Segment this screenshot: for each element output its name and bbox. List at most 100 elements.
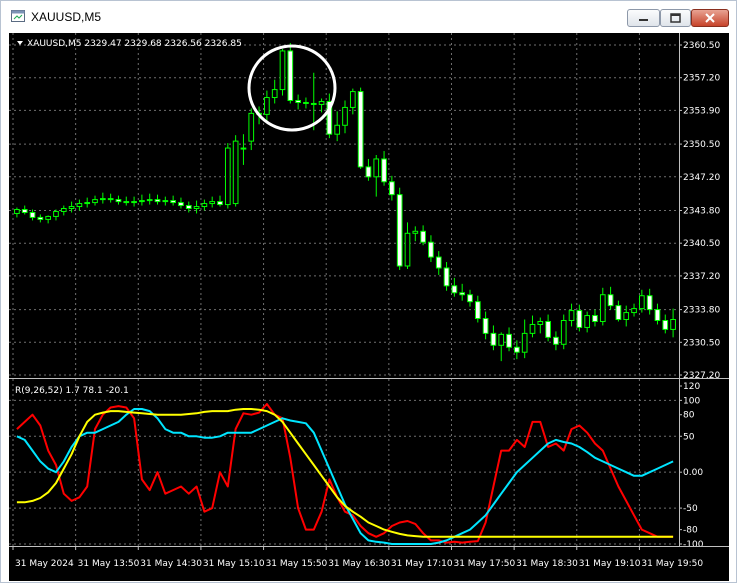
candle: [451, 277, 458, 297]
candle-body-bear: [29, 211, 36, 218]
candle-body-bear: [553, 336, 559, 345]
candle-body-bull: [92, 199, 98, 204]
candle: [662, 314, 669, 334]
candle-body-bull: [45, 215, 51, 220]
candle: [154, 194, 161, 205]
candle: [537, 317, 544, 334]
price-axis: 2360.50 2357.20 2353.90 2350.50 2347.20 2343.…: [679, 41, 720, 381]
candle-body-bear: [607, 294, 614, 307]
candle: [365, 158, 372, 181]
candle-body-bear: [310, 102, 317, 105]
candle-body-bear: [217, 201, 223, 206]
indicator-tick-label: -50: [683, 504, 698, 514]
candle: [435, 251, 442, 275]
price-tick-label: 2343.80: [683, 206, 720, 216]
candle: [279, 48, 286, 96]
collapse-triangle-icon[interactable]: [17, 41, 23, 45]
candle-body-bull: [342, 106, 348, 126]
candle: [107, 193, 114, 203]
candle: [139, 194, 145, 206]
title-bar[interactable]: XAUUSD,M5: [1, 1, 736, 31]
candle: [599, 287, 606, 326]
candle: [545, 314, 551, 342]
candle-body-bear: [459, 292, 466, 296]
restore-button[interactable]: [660, 9, 691, 27]
candle-body-bull: [264, 97, 270, 115]
window-title: XAUUSD,M5: [31, 10, 102, 24]
chart-area[interactable]: XAUUSD,M5 2329.47 2329.68 2326.56 2326.8…: [9, 33, 729, 581]
candle-body-bear: [443, 267, 450, 287]
candle-body-bear: [662, 319, 669, 330]
candle: [264, 90, 270, 122]
candle: [428, 235, 434, 263]
candle: [615, 300, 622, 322]
candle: [490, 325, 497, 351]
main-chart-header: XAUUSD,M5 2329.47 2329.68 2326.56 2326.8…: [27, 39, 242, 49]
restore-icon: [670, 13, 681, 23]
candle-body-bear: [576, 310, 583, 328]
price-tick-label: 2327.20: [683, 371, 720, 381]
candle-body-bull: [560, 319, 567, 345]
time-tick-label: 31 May 19:50: [641, 559, 703, 569]
indicator-tick-label: 100: [683, 396, 700, 406]
minimize-icon: [639, 19, 648, 21]
candle: [584, 311, 591, 333]
candle: [326, 93, 333, 139]
candle: [529, 315, 536, 338]
candle: [240, 134, 247, 165]
candle: [389, 175, 395, 201]
candle-body-bull: [498, 333, 505, 346]
chart-canvas[interactable]: XAUUSD,M5 2329.47 2329.68 2326.56 2326.8…: [9, 33, 729, 581]
candle: [84, 197, 91, 208]
candle-body-bear: [178, 202, 184, 207]
candle-body-bull: [224, 147, 231, 206]
candle: [482, 311, 489, 340]
candle-body-bear: [428, 241, 434, 258]
candle: [201, 199, 208, 211]
close-button[interactable]: [691, 9, 729, 27]
candle: [654, 303, 661, 325]
time-axis: 31 May 2024 31 May 13:50 31 May 14:30 31 Ma…: [12, 546, 703, 569]
candle-body-bear: [389, 181, 395, 196]
price-tick-label: 2337.20: [683, 272, 720, 282]
candle-body-bull: [60, 208, 67, 212]
candle: [92, 195, 98, 206]
chart-window-icon: [11, 10, 25, 22]
candle-body-bull: [76, 203, 83, 208]
candle: [553, 331, 559, 351]
candle: [99, 192, 106, 204]
price-tick-label: 2353.90: [683, 106, 720, 116]
candle-body-bull: [349, 91, 356, 108]
candle-body-bull: [412, 230, 419, 234]
price-tick-label: 2330.50: [683, 338, 720, 348]
candle-body-bear: [357, 91, 364, 168]
candle-body-bear: [123, 201, 130, 204]
candle-body-bull: [521, 332, 528, 353]
indicator-axis: 120 100 80 50 0.00 -50 -80 -100: [679, 382, 704, 550]
time-tick-label: 31 May 13:50: [78, 559, 140, 569]
price-tick-label: 2357.20: [683, 74, 720, 84]
candle-body-bull: [99, 198, 106, 201]
candle: [123, 196, 130, 206]
indicator-grid: [9, 379, 679, 546]
minimize-button[interactable]: [627, 9, 660, 27]
indicator-tick-label: -80: [683, 526, 698, 536]
candle-body-bear: [107, 198, 114, 201]
price-tick-label: 2333.80: [683, 306, 720, 316]
candle: [623, 305, 630, 327]
price-tick-label: 2347.20: [683, 173, 720, 183]
time-tick-label: 31 May 14:30: [140, 559, 202, 569]
candle: [381, 151, 387, 186]
candle-body-bull: [318, 100, 325, 105]
candle-body-bull: [131, 201, 137, 204]
candle: [568, 303, 575, 327]
candle-body-bear: [646, 295, 653, 311]
candle: [131, 196, 137, 207]
candle-body-bull: [84, 202, 91, 205]
candle-body-bull: [623, 312, 630, 321]
candle: [45, 215, 51, 224]
time-tick-label: 31 May 18:30: [516, 559, 578, 569]
candle: [209, 196, 216, 208]
candle-body-bear: [474, 301, 481, 320]
indicator-lines: [16, 403, 674, 545]
